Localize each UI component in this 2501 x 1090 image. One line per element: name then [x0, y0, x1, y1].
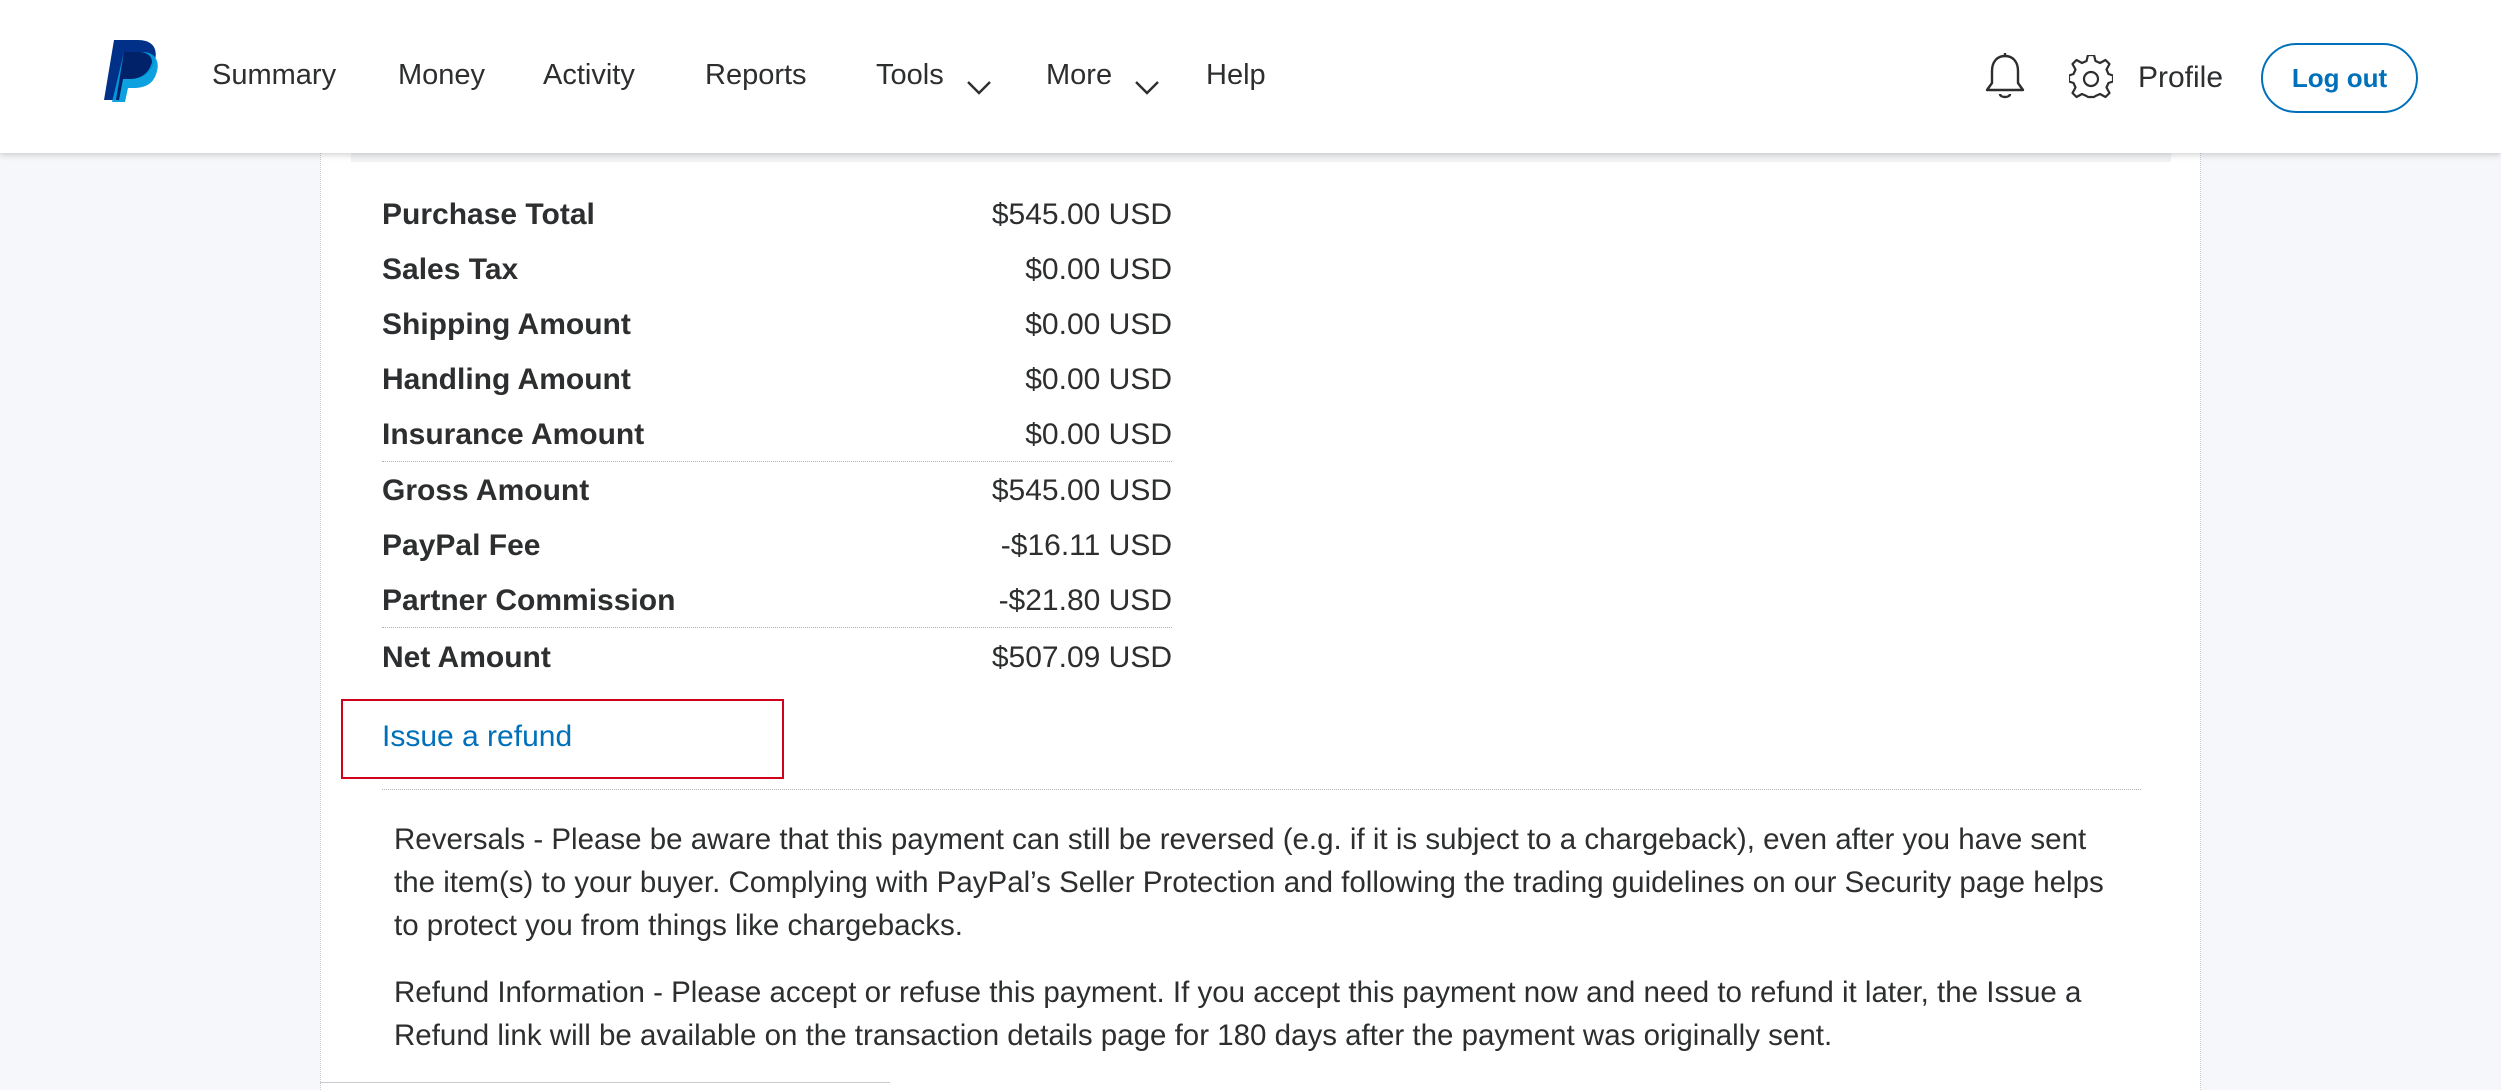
row-label: Purchase Total [382, 197, 595, 231]
row-value: $0.00 USD [1025, 362, 1172, 396]
summary-row-shipping-amount: Shipping Amount $0.00 USD [382, 297, 1172, 352]
nav-summary[interactable]: Summary [212, 52, 336, 98]
row-value: $545.00 USD [991, 197, 1172, 231]
summary-row-handling-amount: Handling Amount $0.00 USD [382, 352, 1172, 407]
row-value: $0.00 USD [1025, 307, 1172, 341]
summary-row-paypal-fee: PayPal Fee -$16.11 USD [382, 518, 1172, 573]
summary-row-purchase-total: Purchase Total $545.00 USD [382, 187, 1172, 242]
row-label: Sales Tax [382, 252, 519, 286]
row-label: Gross Amount [382, 473, 590, 507]
bottom-edge-line [320, 1082, 890, 1083]
row-label: Net Amount [382, 640, 551, 674]
nav-more-label: More [1046, 59, 1113, 91]
nav-activity[interactable]: Activity [543, 52, 635, 98]
nav-reports[interactable]: Reports [705, 52, 807, 98]
nav-more[interactable]: More [1046, 52, 1160, 98]
nav-activity-label: Activity [543, 59, 635, 91]
nav-summary-label: Summary [212, 59, 337, 91]
nav-reports-label: Reports [705, 59, 807, 91]
summary-divider [382, 627, 1172, 628]
row-label: Handling Amount [382, 362, 631, 396]
refund-information-notice: Refund Information - Please accept or re… [394, 976, 2082, 1052]
chevron-down-icon [966, 65, 992, 96]
nav-money-label: Money [398, 59, 486, 91]
top-navigation-bar: Summary Money Activity Reports Tools Mor… [0, 0, 2501, 153]
summary-divider [382, 461, 1172, 462]
row-label: Shipping Amount [382, 307, 631, 341]
chevron-down-icon [1134, 65, 1160, 96]
nav-tools-label: Tools [876, 59, 944, 91]
row-label: Partner Commission [382, 583, 676, 617]
summary-row-sales-tax: Sales Tax $0.00 USD [382, 242, 1172, 297]
issue-refund-link[interactable]: Issue a refund [382, 716, 572, 758]
row-value: $545.00 USD [991, 473, 1172, 507]
row-label: PayPal Fee [382, 528, 541, 562]
row-value: -$21.80 USD [998, 583, 1172, 617]
row-value: $0.00 USD [1025, 417, 1172, 451]
paypal-logo-icon[interactable] [100, 38, 162, 104]
logout-button[interactable]: Log out [2261, 43, 2418, 113]
nav-tools[interactable]: Tools [876, 52, 992, 98]
row-value: -$16.11 USD [1000, 528, 1172, 562]
row-value: $507.09 USD [991, 640, 1172, 674]
nav-help-label: Help [1206, 59, 1266, 91]
summary-row-partner-commission: Partner Commission -$21.80 USD [382, 573, 1172, 628]
nav-money[interactable]: Money [398, 52, 485, 98]
summary-row-insurance-amount: Insurance Amount $0.00 USD [382, 407, 1172, 462]
reversals-notice: Reversals - Please be aware that this pa… [394, 823, 2104, 942]
gear-icon[interactable] [2067, 53, 2115, 99]
bell-icon[interactable] [1984, 52, 2026, 102]
profile-link[interactable]: Profile [2138, 56, 2223, 100]
section-divider [382, 789, 2141, 790]
row-value: $0.00 USD [1025, 252, 1172, 286]
summary-row-gross-amount: Gross Amount $545.00 USD [382, 463, 1172, 518]
nav-help[interactable]: Help [1206, 52, 1266, 98]
row-label: Insurance Amount [382, 417, 645, 451]
summary-row-net-amount: Net Amount $507.09 USD [382, 630, 1172, 685]
